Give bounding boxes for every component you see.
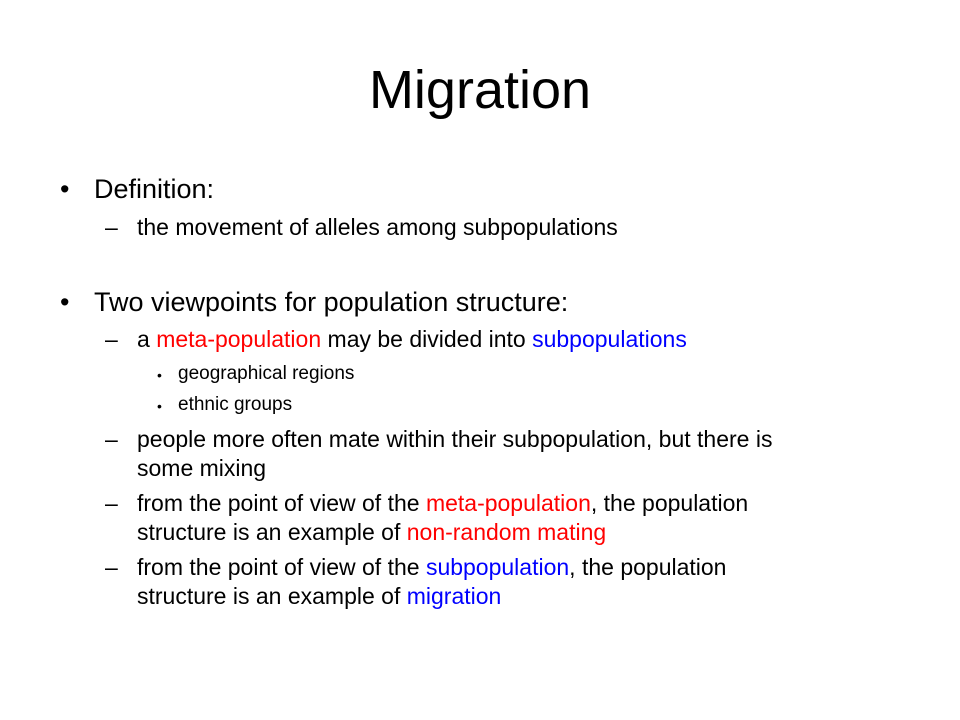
slide-title: Migration (368, 60, 592, 120)
point-mixing-line2: some mixing (137, 455, 267, 481)
dash-marker: – (105, 426, 118, 452)
point-text: , the population (569, 554, 727, 580)
migration-term: migration (406, 583, 502, 609)
viewpoints-heading: Two viewpoints for population structure: (94, 287, 569, 317)
definition-text: the movement of alleles among subpopulat… (137, 214, 618, 240)
subpopulations-term: subpopulations (532, 326, 687, 352)
point-text: from the point of view of the (137, 490, 426, 516)
point-text: from the point of view of the (137, 554, 426, 580)
non-random-mating-term: non-random mating (406, 519, 607, 545)
meta-population-term: meta-population (156, 326, 322, 352)
meta-population-term: meta-population (425, 490, 591, 516)
point-meta-population: a meta-population may be divided into su… (137, 325, 687, 354)
dash-marker: – (105, 554, 118, 580)
example-geographical-regions: geographical regions (178, 363, 355, 384)
example-ethnic-groups: ethnic groups (178, 394, 293, 415)
point-text: structure is an example of (137, 583, 407, 609)
point-sub-view-line1: from the point of view of the subpopulat… (137, 553, 726, 582)
sub-bullet-marker: • (157, 367, 162, 383)
point-meta-view-line2: structure is an example of non-random ma… (137, 518, 606, 547)
point-sub-view-line2: structure is an example of migration (137, 582, 501, 611)
dash-marker: – (105, 326, 118, 352)
point-meta-view-line1: from the point of view of the meta-popul… (137, 489, 748, 518)
bullet-marker: • (60, 174, 70, 204)
point-text: may be divided into (321, 326, 533, 352)
dash-marker: – (105, 214, 118, 240)
definition-heading: Definition: (94, 174, 215, 204)
point-text: , the population (590, 490, 749, 516)
bullet-marker: • (60, 287, 70, 317)
point-text: structure is an example of (137, 519, 407, 545)
sub-bullet-marker: • (157, 398, 162, 414)
point-text: a (137, 326, 157, 352)
dash-marker: – (105, 490, 118, 516)
subpopulation-term: subpopulation (425, 554, 570, 580)
point-mixing-line1: people more often mate within their subp… (137, 426, 773, 452)
